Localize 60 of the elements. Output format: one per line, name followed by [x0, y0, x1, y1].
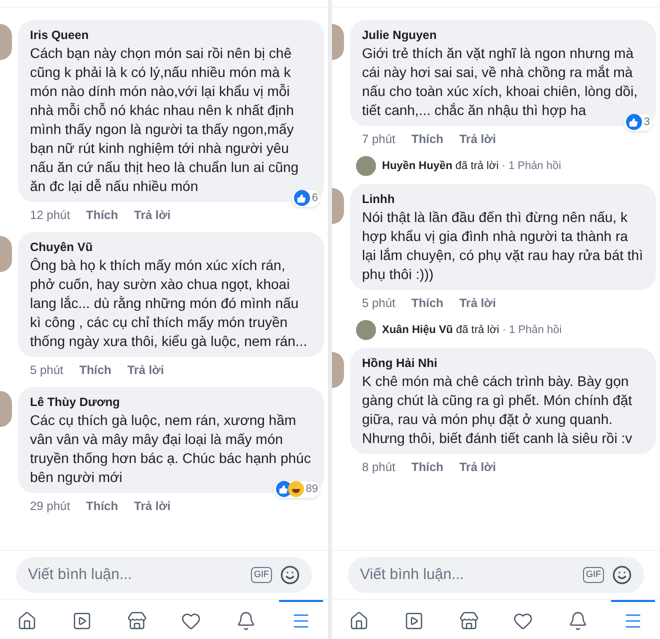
house-icon — [349, 610, 370, 630]
reply-link[interactable]: Trả lời — [459, 130, 496, 148]
storefront-icon — [458, 610, 479, 630]
comment-time: 5 phút — [30, 362, 64, 379]
bell-icon — [568, 610, 588, 630]
like-link[interactable]: Thích — [411, 458, 444, 476]
commenter-name[interactable]: Lê Thùy Dương — [30, 393, 312, 411]
comment-time: 7 phút — [362, 131, 396, 148]
reply-link[interactable]: Trả lời — [459, 458, 496, 476]
avatar — [332, 24, 344, 60]
like-link[interactable]: Thích — [411, 294, 444, 312]
comment-text: Ông bà họ k thích mấy món xúc xích rán, phở cuốn, hay sườn xào chua ngọt, khoai lang lắc... dù rằng những món đó mình nấu kì công , các cụ chỉ thích mấy món truyền thống ngày xưa thôi, kiểu gà luộc, nem rán... — [30, 256, 308, 351]
commenter-name[interactable]: Hồng Hải Nhi — [362, 354, 644, 372]
comment-text: Cách bạn này chọn món sai rồi nên bị chê cũng k phải là k có lý,nấu nhiều món mà k món nào dính món nào,với lại khẩu vị mỗi nhà mỗi chỗ nó khác nhau nên k nhất định mình thấy ngon là người ta thấy ngon,mấy bạn nữ rút kinh nghiệm tới nhà người yêu nấu ăn cứ nấu thịt heo là chuẩn lun ai cũng ăn đc lại dễ nấu nhiều món — [30, 44, 300, 196]
commenter-name[interactable]: Chuyên Vũ — [30, 238, 312, 256]
comment-text: Các cụ thích gà luộc, nem rán, xương hầm vân vân và mây mây đại loại là mấy món truyền thống hơn bác ạ. Chúc bác hạnh phúc bên người mới — [30, 411, 311, 485]
comment-time: 5 phút — [362, 295, 396, 312]
avatar — [0, 236, 12, 272]
avatar — [332, 352, 344, 388]
reply-summary-link[interactable]: Huyền Huyền đã trả lời · 1 Phản hồi — [382, 158, 562, 174]
reply-link[interactable]: Trả lời — [134, 497, 171, 515]
comment-time: 8 phút — [362, 459, 396, 476]
play-icon — [404, 610, 424, 630]
avatar — [332, 188, 344, 224]
house-icon — [17, 610, 38, 630]
avatar — [0, 24, 12, 60]
emoji-icon[interactable] — [280, 565, 300, 585]
laughing-reaction-icon — [288, 481, 304, 498]
reply-link[interactable]: Trả lời — [127, 361, 164, 379]
like-link[interactable]: Thích — [79, 361, 112, 379]
comment-input-field[interactable]: Viết bình luận... GIF — [348, 557, 644, 593]
reply-link[interactable]: Trả lời — [459, 294, 496, 312]
comment-time: 12 phút — [30, 207, 70, 224]
reaction-count: 3 — [644, 115, 650, 130]
reaction-count: 6 — [312, 191, 318, 206]
heart-icon — [513, 610, 534, 630]
like-link[interactable]: Thích — [411, 130, 444, 148]
storefront-icon — [126, 610, 147, 630]
avatar — [356, 156, 376, 176]
bell-icon — [236, 610, 256, 630]
comment-text: Giới trẻ thích ăn vặt nghĩ là ngon nhưng mà cái này hơi sai sai, về nhà chồng ra mắt mà nấu cho toàn xúc xích, khoai chiên, lòng dồi, tiết canh,... chắc ăn nhậu thì hợp ha — [362, 44, 639, 120]
commenter-name[interactable]: Iris Queen — [30, 26, 312, 44]
avatar — [356, 320, 376, 340]
reaction-count: 89 — [306, 482, 318, 497]
reply-summary-link[interactable]: Xuân Hiệu Vũ đã trả lời · 1 Phản hồi — [382, 322, 562, 338]
comment-text: K chê món mà chê cách trình bày. Bày gọn gàng chút là cũng ra gì phết. Món chính đặt giữa, rau và món phụ đặt ở xung quanh. Nhưng thôi, biết đánh tiết canh là siêu rồi :v — [362, 372, 634, 448]
comment-text: Nói thật là lần đầu đến thì đừng nên nấu, k hợp khẩu vị gia đình nhà người ta thành ra lại lắm chuyện, có phụ vặt rau hay rửa bát thì phụ thôi :))) — [362, 208, 644, 284]
commenter-name[interactable]: Julie Nguyen — [362, 26, 644, 44]
avatar — [0, 391, 12, 427]
emoji-icon[interactable] — [612, 565, 632, 585]
play-icon — [72, 610, 92, 630]
like-link[interactable]: Thích — [86, 206, 118, 224]
heart-icon — [181, 610, 202, 630]
like-link[interactable]: Thích — [86, 497, 118, 515]
gif-button[interactable]: GIF — [251, 567, 272, 583]
commenter-name[interactable]: Linhh — [362, 190, 644, 208]
gif-button[interactable]: GIF — [583, 567, 604, 583]
comment-time: 29 phút — [30, 498, 70, 515]
reply-link[interactable]: Trả lời — [134, 206, 171, 224]
comment-input-field[interactable]: Viết bình luận... GIF — [16, 557, 312, 593]
